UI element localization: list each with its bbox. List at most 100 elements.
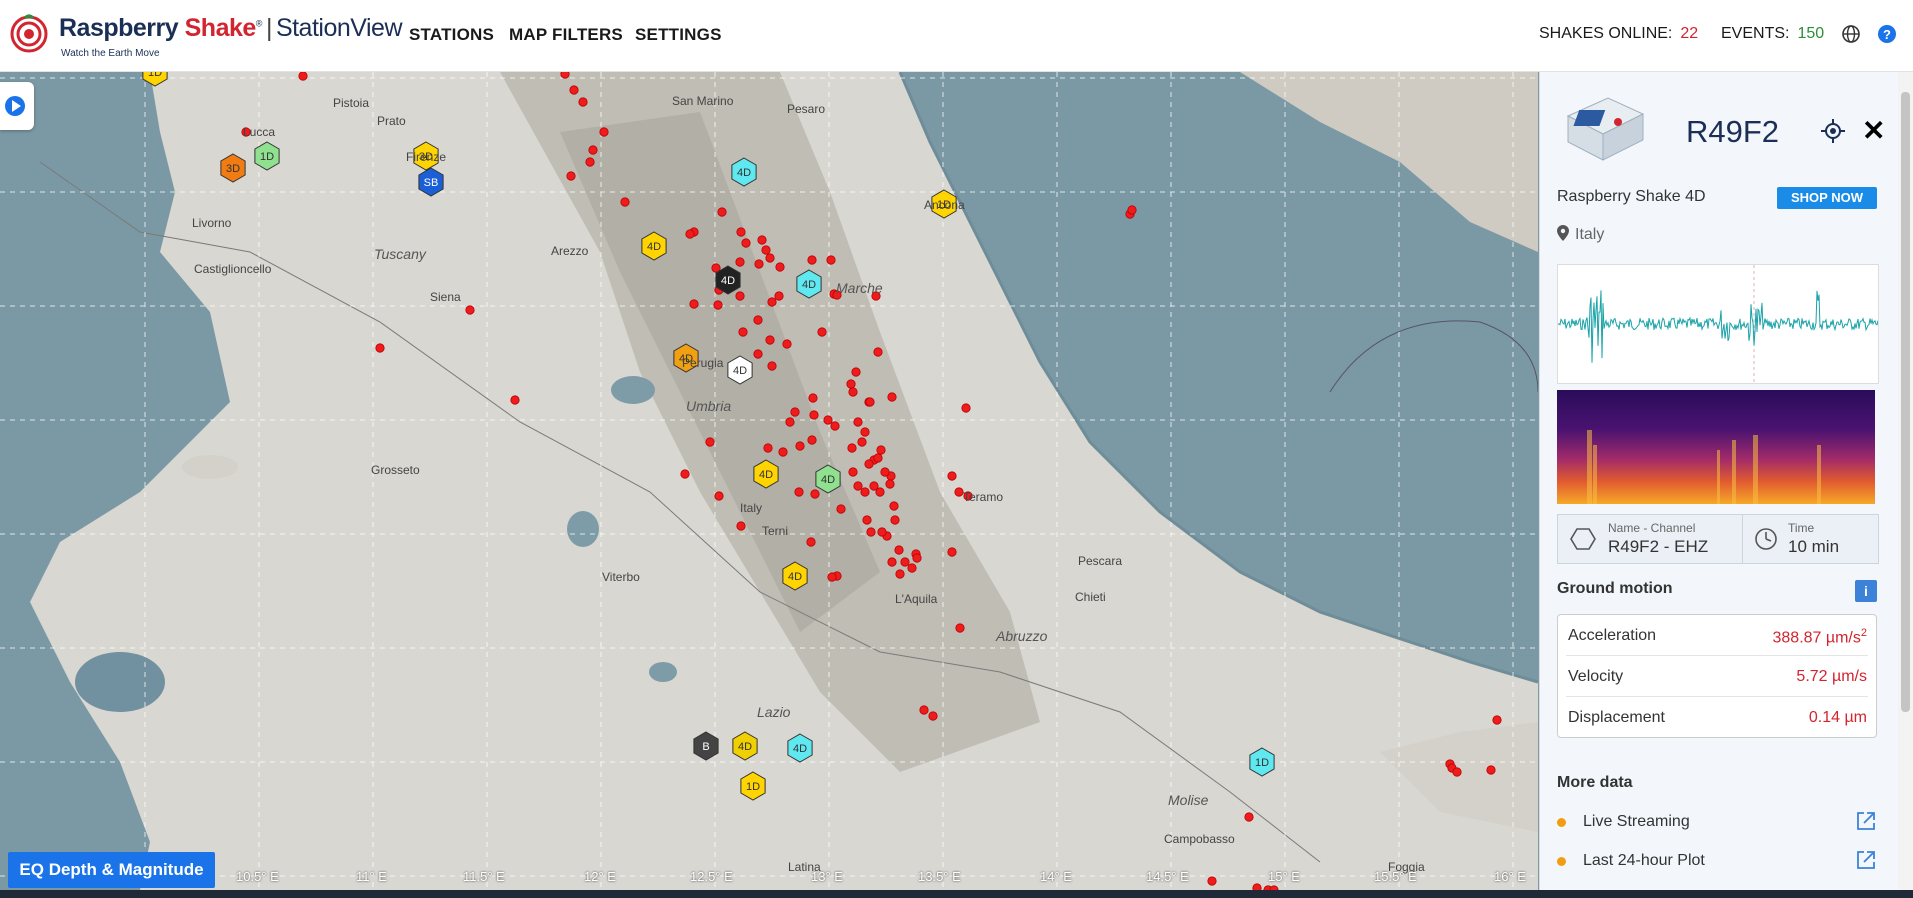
earthquake-marker[interactable] (826, 255, 836, 265)
earthquake-marker[interactable] (853, 417, 863, 427)
earthquake-marker[interactable] (1127, 205, 1137, 215)
earthquake-marker[interactable] (298, 72, 308, 81)
earthquake-marker[interactable] (717, 207, 727, 217)
earthquake-marker[interactable] (907, 563, 917, 573)
earthquake-marker[interactable] (809, 410, 819, 420)
earthquake-marker[interactable] (763, 443, 773, 453)
earthquake-marker[interactable] (765, 335, 775, 345)
earthquake-marker[interactable] (864, 459, 874, 469)
earthquake-marker[interactable] (754, 259, 764, 269)
earthquake-marker[interactable] (741, 238, 751, 248)
earthquake-marker[interactable] (912, 553, 922, 563)
earthquake-marker[interactable] (714, 491, 724, 501)
earthquake-marker[interactable] (1244, 812, 1254, 822)
earthquake-marker[interactable] (569, 85, 579, 95)
earthquake-marker[interactable] (869, 481, 879, 491)
earthquake-marker[interactable] (807, 255, 817, 265)
earthquake-marker[interactable] (785, 417, 795, 427)
nav-stations[interactable]: STATIONS (409, 25, 494, 45)
earthquake-marker[interactable] (620, 197, 630, 207)
earthquake-marker[interactable] (735, 257, 745, 267)
earthquake-marker[interactable] (578, 97, 588, 107)
earthquake-marker[interactable] (866, 527, 876, 537)
eq-depth-magnitude-button[interactable]: EQ Depth & Magnitude (8, 852, 215, 888)
earthquake-marker[interactable] (887, 392, 897, 402)
earthquake-marker[interactable] (1452, 767, 1462, 777)
earthquake-marker[interactable] (1492, 715, 1502, 725)
earthquake-marker[interactable] (862, 515, 872, 525)
earthquake-marker[interactable] (817, 327, 827, 337)
panel-scrollbar[interactable] (1898, 72, 1913, 890)
earthquake-marker[interactable] (778, 447, 788, 457)
earthquake-marker[interactable] (375, 343, 385, 353)
earthquake-marker[interactable] (961, 403, 971, 413)
earthquake-marker[interactable] (795, 441, 805, 451)
earthquake-marker[interactable] (685, 229, 695, 239)
earthquake-marker[interactable] (857, 437, 867, 447)
time-value[interactable]: 10 min (1788, 537, 1839, 557)
earthquake-marker[interactable] (885, 479, 895, 489)
earthquake-marker[interactable] (823, 415, 833, 425)
earthquake-marker[interactable] (947, 471, 957, 481)
earthquake-marker[interactable] (830, 421, 840, 431)
earthquake-marker[interactable] (775, 262, 785, 272)
more-data-live-streaming[interactable]: Live Streaming (1557, 810, 1877, 836)
earthquake-marker[interactable] (894, 545, 904, 555)
globe-icon[interactable] (1841, 24, 1861, 44)
earthquake-marker[interactable] (585, 157, 595, 167)
earthquake-marker[interactable] (860, 427, 870, 437)
earthquake-marker[interactable] (680, 469, 690, 479)
earthquake-marker[interactable] (713, 300, 723, 310)
earthquake-marker[interactable] (1486, 765, 1496, 775)
earthquake-marker[interactable] (757, 235, 767, 245)
waveform-plot[interactable] (1557, 264, 1879, 384)
nav-map-filters[interactable]: MAP FILTERS (509, 25, 623, 45)
earthquake-marker[interactable] (510, 395, 520, 405)
earthquake-marker[interactable] (887, 557, 897, 567)
earthquake-marker[interactable] (588, 145, 598, 155)
earthquake-marker[interactable] (876, 445, 886, 455)
more-data-24h-plot[interactable]: Last 24-hour Plot (1557, 849, 1877, 875)
earthquake-marker[interactable] (860, 487, 870, 497)
nav-settings[interactable]: SETTINGS (635, 25, 722, 45)
earthquake-marker[interactable] (767, 361, 777, 371)
earthquake-marker[interactable] (774, 291, 784, 301)
earthquake-marker[interactable] (465, 305, 475, 315)
raspberry-shake-logo[interactable]: Raspberry Shake® | StationView Watch the E… (9, 12, 403, 62)
earthquake-marker[interactable] (846, 379, 856, 389)
earthquake-marker[interactable] (880, 467, 890, 477)
shop-now-button[interactable]: SHOP NOW (1777, 187, 1877, 209)
earthquake-marker[interactable] (767, 297, 777, 307)
earthquake-marker[interactable] (851, 367, 861, 377)
earthquake-marker[interactable] (810, 489, 820, 499)
earthquake-marker[interactable] (782, 339, 792, 349)
earthquake-marker[interactable] (895, 569, 905, 579)
earthquake-marker[interactable] (900, 557, 910, 567)
scrollbar-thumb[interactable] (1901, 92, 1910, 712)
earthquake-marker[interactable] (808, 393, 818, 403)
earthquake-marker[interactable] (599, 127, 609, 137)
earthquake-marker[interactable] (705, 437, 715, 447)
earthquake-marker[interactable] (947, 547, 957, 557)
earthquake-marker[interactable] (865, 397, 875, 407)
earthquake-marker[interactable] (827, 572, 837, 582)
earthquake-marker[interactable] (853, 481, 863, 491)
earthquake-marker[interactable] (806, 537, 816, 547)
earthquake-marker[interactable] (765, 253, 775, 263)
earthquake-marker[interactable] (560, 72, 570, 79)
help-icon[interactable]: ? (1877, 24, 1897, 44)
earthquake-marker[interactable] (836, 504, 846, 514)
earthquake-marker[interactable] (738, 327, 748, 337)
earthquake-marker[interactable] (877, 527, 887, 537)
earthquake-marker[interactable] (736, 227, 746, 237)
earthquake-marker[interactable] (873, 453, 883, 463)
earthquake-marker[interactable] (848, 467, 858, 477)
earthquake-marker[interactable] (689, 299, 699, 309)
earthquake-marker[interactable] (847, 443, 857, 453)
earthquake-marker[interactable] (890, 515, 900, 525)
earthquake-marker[interactable] (736, 521, 746, 531)
earthquake-marker[interactable] (919, 705, 929, 715)
locate-station-icon[interactable] (1821, 119, 1845, 143)
earthquake-marker[interactable] (889, 501, 899, 511)
earthquake-marker[interactable] (954, 487, 964, 497)
